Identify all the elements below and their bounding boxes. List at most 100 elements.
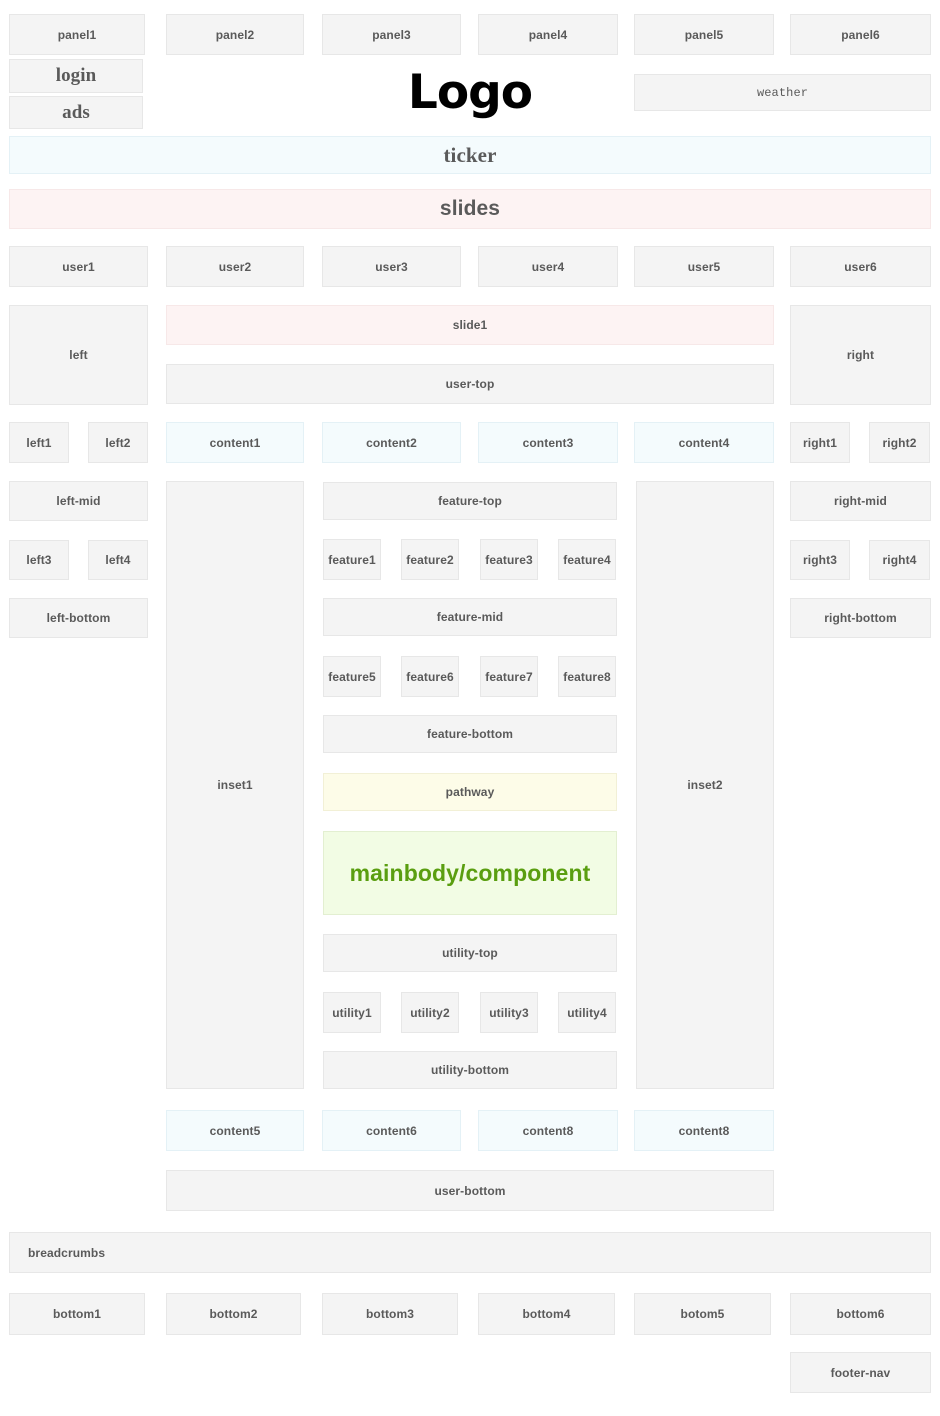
- feature6-label: feature6: [406, 669, 454, 684]
- panel2-module[interactable]: panel2: [166, 14, 304, 55]
- mainbody-component[interactable]: mainbody/component: [323, 831, 617, 915]
- panel1-label: panel1: [57, 27, 97, 42]
- user3-module[interactable]: user3: [322, 246, 461, 287]
- login-module[interactable]: login: [9, 59, 143, 93]
- panel3-module[interactable]: panel3: [322, 14, 461, 55]
- user-top-module[interactable]: user-top: [166, 364, 774, 404]
- content6-module[interactable]: content6: [322, 1110, 461, 1151]
- content5-module[interactable]: content5: [166, 1110, 304, 1151]
- bottom1-module[interactable]: bottom1: [9, 1293, 145, 1335]
- content4-label: content4: [678, 435, 730, 450]
- content2-module[interactable]: content2: [322, 422, 461, 463]
- inset2-label: inset2: [687, 778, 723, 792]
- left2-label: left2: [105, 435, 131, 450]
- left-bottom-module[interactable]: left-bottom: [9, 598, 148, 638]
- feature6-module[interactable]: feature6: [401, 656, 459, 697]
- slides-module[interactable]: slides: [9, 189, 931, 229]
- right3-label: right3: [803, 553, 837, 567]
- right-mid-module[interactable]: right-mid: [790, 481, 931, 521]
- pathway-module[interactable]: pathway: [323, 773, 617, 811]
- slide1-module[interactable]: slide1: [166, 305, 774, 345]
- pathway-label: pathway: [445, 785, 495, 799]
- bottom2-module[interactable]: bottom2: [166, 1293, 301, 1335]
- content8b-module[interactable]: content8: [634, 1110, 774, 1151]
- content1-module[interactable]: content1: [166, 422, 304, 463]
- user6-label: user6: [844, 259, 877, 274]
- right4-module[interactable]: right4: [869, 540, 930, 580]
- user4-label: user4: [531, 259, 565, 274]
- site-logo[interactable]: Logo: [390, 62, 550, 122]
- feature2-module[interactable]: feature2: [401, 539, 459, 580]
- user-bottom-module[interactable]: user-bottom: [166, 1170, 774, 1211]
- breadcrumbs-module[interactable]: breadcrumbs: [9, 1232, 931, 1273]
- utility1-module[interactable]: utility1: [323, 992, 381, 1033]
- utility2-module[interactable]: utility2: [401, 992, 459, 1033]
- utility4-label: utility4: [567, 1005, 607, 1020]
- login-label: login: [55, 65, 97, 86]
- content3-module[interactable]: content3: [478, 422, 618, 463]
- botom5-module[interactable]: botom5: [634, 1293, 771, 1335]
- feature2-label: feature2: [406, 552, 454, 567]
- feature1-module[interactable]: feature1: [323, 539, 381, 580]
- left-module[interactable]: left: [9, 305, 148, 405]
- feature7-module[interactable]: feature7: [480, 656, 538, 697]
- user6-module[interactable]: user6: [790, 246, 931, 287]
- feature4-module[interactable]: feature4: [558, 539, 616, 580]
- feature-top-module[interactable]: feature-top: [323, 482, 617, 520]
- right-module[interactable]: right: [790, 305, 931, 405]
- footer-nav-module[interactable]: footer-nav: [790, 1352, 931, 1393]
- feature-top-label: feature-top: [438, 494, 502, 508]
- utility4-module[interactable]: utility4: [558, 992, 616, 1033]
- utility-top-label: utility-top: [442, 946, 498, 960]
- botom5-label: botom5: [680, 1307, 725, 1321]
- feature-mid-module[interactable]: feature-mid: [323, 598, 617, 636]
- utility3-module[interactable]: utility3: [480, 992, 538, 1033]
- feature3-label: feature3: [485, 552, 533, 567]
- panel4-module[interactable]: panel4: [478, 14, 618, 55]
- weather-module[interactable]: weather: [634, 74, 931, 111]
- panel5-label: panel5: [684, 27, 724, 42]
- feature8-module[interactable]: feature8: [558, 656, 616, 697]
- user1-module[interactable]: user1: [9, 246, 148, 287]
- feature5-module[interactable]: feature5: [323, 656, 381, 697]
- left-mid-module[interactable]: left-mid: [9, 481, 148, 521]
- footer-nav-label: footer-nav: [830, 1365, 891, 1380]
- left2-module[interactable]: left2: [88, 422, 148, 463]
- content4-module[interactable]: content4: [634, 422, 774, 463]
- panel2-label: panel2: [215, 27, 255, 42]
- feature7-label: feature7: [485, 669, 533, 684]
- ticker-module[interactable]: ticker: [9, 136, 931, 174]
- panel5-module[interactable]: panel5: [634, 14, 774, 55]
- utility-top-module[interactable]: utility-top: [323, 934, 617, 972]
- inset1-module[interactable]: inset1: [166, 481, 304, 1089]
- utility-bottom-module[interactable]: utility-bottom: [323, 1051, 617, 1089]
- feature-bottom-module[interactable]: feature-bottom: [323, 715, 617, 753]
- panel4-label: panel4: [528, 27, 568, 42]
- user2-module[interactable]: user2: [166, 246, 304, 287]
- user4-module[interactable]: user4: [478, 246, 618, 287]
- right-bottom-module[interactable]: right-bottom: [790, 598, 931, 638]
- ads-module[interactable]: ads: [9, 96, 143, 129]
- feature5-label: feature5: [328, 669, 376, 684]
- utility3-label: utility3: [489, 1005, 529, 1020]
- bottom3-module[interactable]: bottom3: [322, 1293, 458, 1335]
- left3-module[interactable]: left3: [9, 540, 69, 580]
- feature3-module[interactable]: feature3: [480, 539, 538, 580]
- bottom4-module[interactable]: bottom4: [478, 1293, 615, 1335]
- panel1-module[interactable]: panel1: [9, 14, 145, 55]
- right3-module[interactable]: right3: [790, 540, 850, 580]
- right1-module[interactable]: right1: [790, 422, 850, 463]
- user5-module[interactable]: user5: [634, 246, 774, 287]
- bottom6-label: bottom6: [836, 1307, 885, 1321]
- right2-module[interactable]: right2: [869, 422, 930, 463]
- user-top-label: user-top: [445, 377, 495, 391]
- content8a-module[interactable]: content8: [478, 1110, 618, 1151]
- inset2-module[interactable]: inset2: [636, 481, 774, 1089]
- logo-text: Logo: [407, 64, 533, 120]
- panel6-module[interactable]: panel6: [790, 14, 931, 55]
- left4-module[interactable]: left4: [88, 540, 148, 580]
- utility2-label: utility2: [410, 1005, 450, 1020]
- content3-label: content3: [522, 435, 574, 450]
- left1-module[interactable]: left1: [9, 422, 69, 463]
- bottom6-module[interactable]: bottom6: [790, 1293, 931, 1335]
